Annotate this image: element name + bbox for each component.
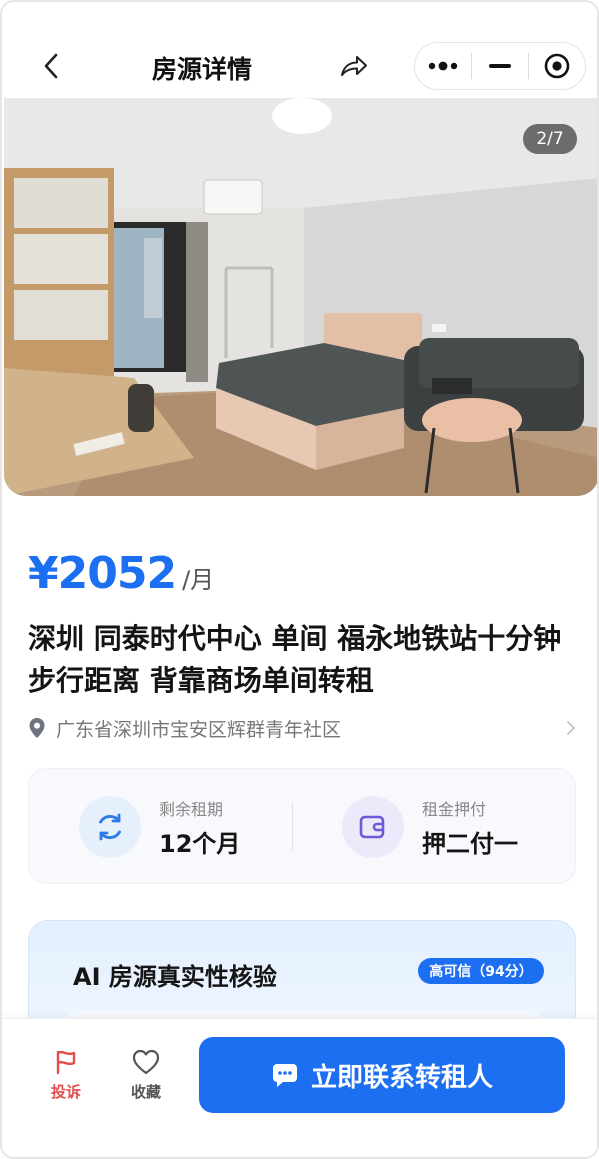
- remaining-term: 剩余租期 12个月: [79, 795, 240, 859]
- heart-icon: [132, 1049, 160, 1075]
- chat-bubble-icon: [272, 1064, 297, 1087]
- location-pin-icon: [29, 718, 45, 738]
- nav-bar: 房源详情: [2, 2, 597, 98]
- price-row: ¥2052 /月: [28, 548, 214, 599]
- mini-program-capsule: [414, 42, 586, 90]
- price-value: ¥2052: [28, 548, 177, 599]
- back-button[interactable]: [36, 48, 66, 84]
- chevron-right-icon: [556, 720, 576, 736]
- minimize-button[interactable]: [472, 43, 528, 89]
- address-row[interactable]: 广东省深圳市宝安区辉群青年社区: [28, 712, 576, 744]
- room-photo[interactable]: 2/7: [4, 98, 597, 496]
- page-title: 房源详情: [151, 55, 252, 84]
- deposit-label: 租金押付: [422, 799, 487, 819]
- contact-button-label: 立即联系转租人: [310, 1062, 493, 1093]
- app-frame: 房源详情 2/7 ¥2052 /月 深圳 同泰时代中心 单间 福永地铁站十分钟步…: [0, 0, 599, 1159]
- ai-verification-title: AI 房源真实性核验: [73, 963, 277, 991]
- deposit-terms: 租金押付 押二付一: [342, 795, 518, 859]
- address-text: 广东省深圳市宝安区辉群青年社区: [56, 718, 342, 741]
- listing-title: 深圳 同泰时代中心 单间 福永地铁站十分钟步行距离 背靠商场单间转租: [28, 622, 562, 697]
- info-divider: [292, 803, 293, 851]
- close-miniprogram-button[interactable]: [529, 43, 585, 89]
- minimize-icon: [489, 64, 511, 68]
- report-button[interactable]: 投诉: [36, 1049, 96, 1102]
- share-button[interactable]: [336, 48, 372, 84]
- rental-info-card: 剩余租期 12个月 租金押付 押二付一: [28, 768, 576, 884]
- favorite-label: 收藏: [130, 1083, 161, 1101]
- share-icon: [341, 56, 367, 76]
- report-label: 投诉: [50, 1083, 81, 1101]
- wallet-icon: [342, 796, 404, 858]
- remaining-term-label: 剩余租期: [159, 799, 224, 819]
- refresh-icon: [79, 796, 141, 858]
- target-close-icon: [544, 53, 570, 79]
- more-button[interactable]: [415, 43, 471, 89]
- favorite-button[interactable]: 收藏: [116, 1049, 176, 1102]
- chevron-left-icon: [44, 53, 58, 79]
- bottom-action-bar: 投诉 收藏 立即联系转租人: [2, 1018, 597, 1157]
- flag-icon: [56, 1050, 76, 1075]
- deposit-value: 押二付一: [422, 829, 518, 858]
- contact-subletter-button[interactable]: 立即联系转租人: [199, 1037, 565, 1113]
- remaining-term-value: 12个月: [159, 829, 241, 858]
- photo-counter: 2/7: [523, 124, 577, 154]
- price-unit: /月: [182, 566, 215, 594]
- more-dots-icon: [428, 61, 458, 71]
- credibility-badge: 高可信（94分）: [418, 958, 544, 984]
- room-photo-illustration: [4, 98, 597, 496]
